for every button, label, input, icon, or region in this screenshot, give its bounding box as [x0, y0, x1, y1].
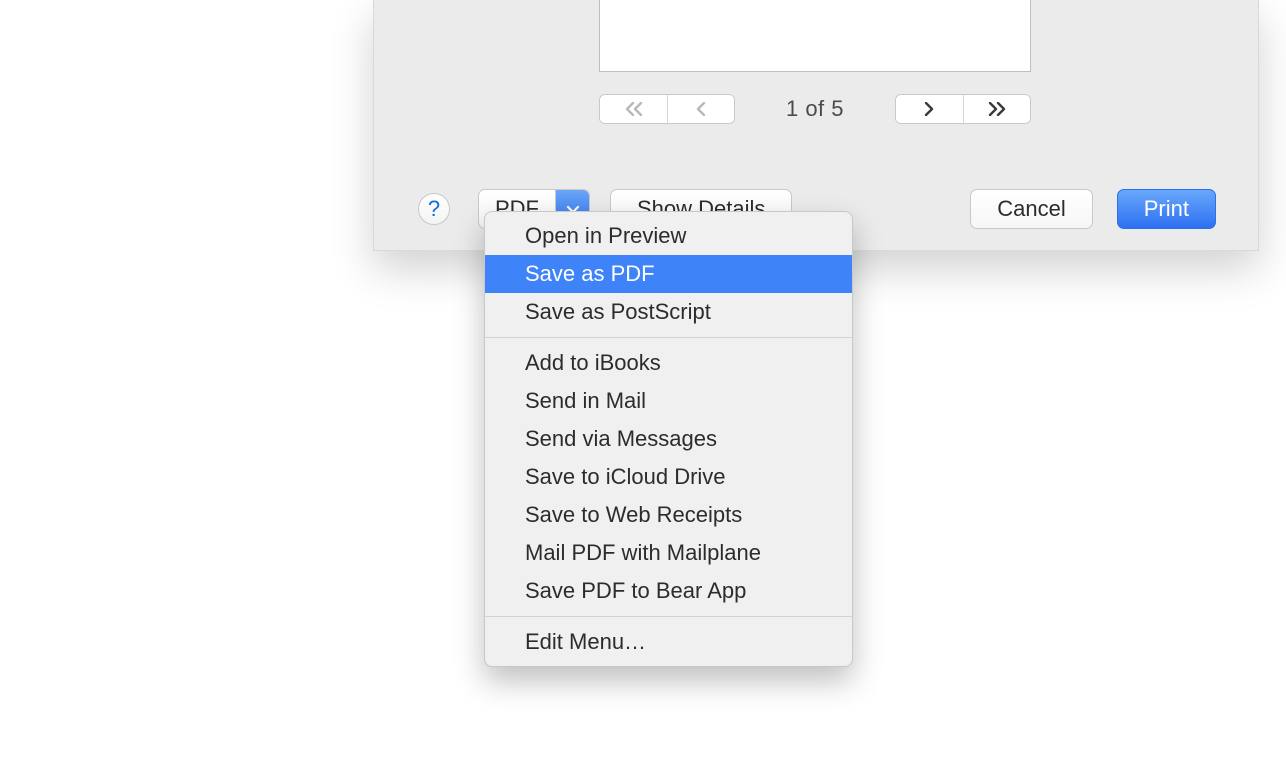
help-button[interactable]: ?	[418, 193, 450, 225]
chevron-right-icon	[922, 102, 936, 116]
menu-item[interactable]: Edit Menu…	[485, 623, 852, 661]
menu-item[interactable]: Open in Preview	[485, 217, 852, 255]
pager-row: 1 of 5	[599, 94, 1031, 124]
last-page-button[interactable]	[963, 95, 1030, 123]
question-icon: ?	[428, 196, 440, 222]
menu-item[interactable]: Save as PDF	[485, 255, 852, 293]
menu-item[interactable]: Save PDF to Bear App	[485, 572, 852, 610]
first-page-button[interactable]	[600, 95, 667, 123]
menu-item[interactable]: Mail PDF with Mailplane	[485, 534, 852, 572]
menu-item[interactable]: Send in Mail	[485, 382, 852, 420]
chevron-double-right-icon	[985, 102, 1009, 116]
menu-item[interactable]: Save as PostScript	[485, 293, 852, 331]
chevron-left-icon	[694, 102, 708, 116]
pager-back-group	[599, 94, 735, 124]
page-preview	[599, 0, 1031, 72]
menu-item[interactable]: Save to Web Receipts	[485, 496, 852, 534]
menu-item[interactable]: Save to iCloud Drive	[485, 458, 852, 496]
cancel-button[interactable]: Cancel	[970, 189, 1092, 229]
prev-page-button[interactable]	[667, 95, 734, 123]
menu-item[interactable]: Add to iBooks	[485, 344, 852, 382]
pdf-dropdown-menu: Open in PreviewSave as PDFSave as PostSc…	[484, 211, 853, 667]
chevron-double-left-icon	[622, 102, 646, 116]
page-indicator: 1 of 5	[786, 96, 844, 122]
menu-item[interactable]: Send via Messages	[485, 420, 852, 458]
menu-separator	[485, 616, 852, 617]
pager-forward-group	[895, 94, 1031, 124]
print-button[interactable]: Print	[1117, 189, 1216, 229]
next-page-button[interactable]	[896, 95, 963, 123]
menu-separator	[485, 337, 852, 338]
